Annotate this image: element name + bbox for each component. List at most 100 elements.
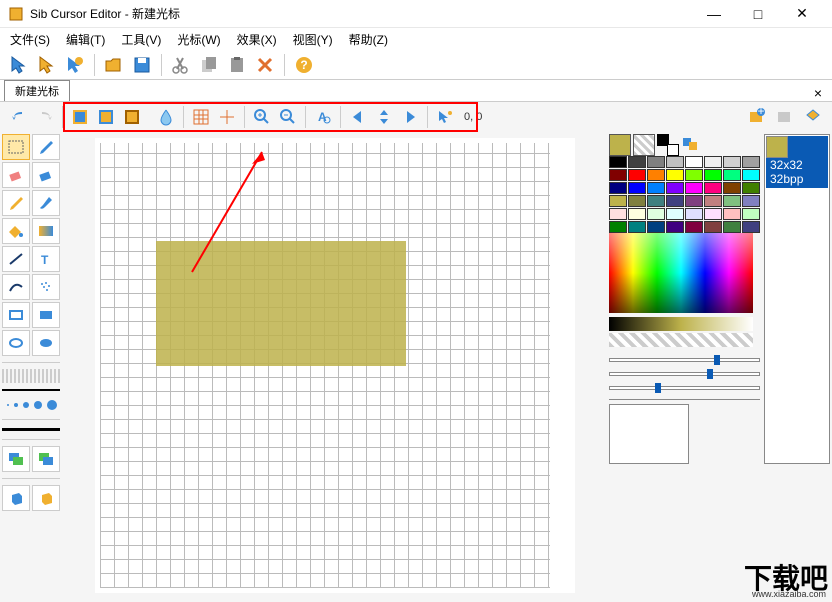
- ellipse-tool[interactable]: [2, 330, 30, 356]
- palette-swatch[interactable]: [742, 208, 760, 220]
- curve-tool[interactable]: [2, 274, 30, 300]
- menu-edit[interactable]: 编辑(T): [60, 29, 111, 50]
- palette-swatch[interactable]: [742, 169, 760, 181]
- palette-swatch[interactable]: [628, 221, 646, 233]
- menu-view[interactable]: 视图(Y): [287, 29, 339, 50]
- line-style-2[interactable]: [2, 389, 60, 391]
- palette-swatch[interactable]: [647, 169, 665, 181]
- palette-swatch[interactable]: [647, 195, 665, 207]
- palette-swatch[interactable]: [723, 195, 741, 207]
- palette-swatch[interactable]: [628, 195, 646, 207]
- palette-swatch[interactable]: [647, 208, 665, 220]
- move-right-button[interactable]: [397, 104, 423, 130]
- palette-swatch[interactable]: [723, 156, 741, 168]
- filled-rect-tool[interactable]: [32, 302, 60, 328]
- palette-swatch[interactable]: [685, 208, 703, 220]
- layer1-button[interactable]: [67, 104, 93, 130]
- palette-swatch[interactable]: [628, 169, 646, 181]
- palette-swatch[interactable]: [742, 156, 760, 168]
- cube-tool-2[interactable]: [32, 485, 60, 511]
- palette-swatch[interactable]: [742, 221, 760, 233]
- move-vert-button[interactable]: [371, 104, 397, 130]
- layer-mode-1[interactable]: [2, 446, 30, 472]
- spray-tool[interactable]: [32, 274, 60, 300]
- color-options[interactable]: [681, 134, 703, 156]
- actual-size-button[interactable]: A: [310, 104, 336, 130]
- maximize-button[interactable]: □: [736, 0, 780, 28]
- zoom-in-button[interactable]: [249, 104, 275, 130]
- palette-swatch[interactable]: [666, 195, 684, 207]
- rect-tool[interactable]: [2, 302, 30, 328]
- layer-mode-2[interactable]: [32, 446, 60, 472]
- palette-swatch[interactable]: [723, 208, 741, 220]
- palette-swatch[interactable]: [609, 156, 627, 168]
- palette-swatch[interactable]: [647, 221, 665, 233]
- select-tool[interactable]: [2, 134, 30, 160]
- tab-close-button[interactable]: ×: [808, 85, 828, 101]
- palette-swatch[interactable]: [666, 221, 684, 233]
- export-image-button[interactable]: [800, 104, 826, 130]
- palette-swatch[interactable]: [704, 169, 722, 181]
- palette-swatch[interactable]: [609, 169, 627, 181]
- palette-swatch[interactable]: [609, 182, 627, 194]
- palette-swatch[interactable]: [666, 156, 684, 168]
- canvas[interactable]: [95, 138, 575, 593]
- palette-swatch[interactable]: [723, 221, 741, 233]
- palette-swatch[interactable]: [742, 195, 760, 207]
- new-cursor-button[interactable]: [6, 52, 32, 78]
- layer3-button[interactable]: [119, 104, 145, 130]
- bg-color[interactable]: [633, 134, 655, 156]
- replace-color-tool[interactable]: [32, 162, 60, 188]
- eraser-tool[interactable]: [2, 162, 30, 188]
- line-weight[interactable]: [2, 428, 60, 431]
- undo-button[interactable]: [6, 104, 32, 130]
- palette-swatch[interactable]: [685, 156, 703, 168]
- palette-swatch[interactable]: [647, 182, 665, 194]
- cube-tool-1[interactable]: [2, 485, 30, 511]
- line-tool[interactable]: [2, 246, 30, 272]
- palette-swatch[interactable]: [666, 208, 684, 220]
- hotspot-button[interactable]: [432, 104, 458, 130]
- menu-effects[interactable]: 效果(X): [231, 29, 283, 50]
- save-button[interactable]: [129, 52, 155, 78]
- palette-swatch[interactable]: [704, 195, 722, 207]
- open-button[interactable]: [101, 52, 127, 78]
- palette-swatch[interactable]: [666, 182, 684, 194]
- paste-button[interactable]: [224, 52, 250, 78]
- minimize-button[interactable]: —: [692, 0, 736, 28]
- move-left-button[interactable]: [345, 104, 371, 130]
- layer2-button[interactable]: [93, 104, 119, 130]
- fg-color[interactable]: [609, 134, 631, 156]
- add-image-button[interactable]: +: [744, 104, 770, 130]
- palette-swatch[interactable]: [704, 208, 722, 220]
- palette-swatch[interactable]: [685, 169, 703, 181]
- palette-swatch[interactable]: [609, 195, 627, 207]
- palette-swatch[interactable]: [723, 169, 741, 181]
- palette-swatch[interactable]: [628, 156, 646, 168]
- zoom-out-button[interactable]: [275, 104, 301, 130]
- new-icon-button[interactable]: [34, 52, 60, 78]
- text-tool[interactable]: T: [32, 246, 60, 272]
- redo-button[interactable]: [32, 104, 58, 130]
- grid-button[interactable]: [188, 104, 214, 130]
- tab-new-cursor[interactable]: 新建光标: [4, 80, 70, 101]
- menu-cursor[interactable]: 光标(W): [171, 29, 226, 50]
- copy-button[interactable]: [196, 52, 222, 78]
- palette-swatch[interactable]: [647, 156, 665, 168]
- menu-file[interactable]: 文件(S): [4, 29, 56, 50]
- crosshair-button[interactable]: [214, 104, 240, 130]
- palette-swatch[interactable]: [609, 208, 627, 220]
- swap-colors[interactable]: [657, 134, 679, 156]
- slider-b[interactable]: [609, 381, 760, 395]
- palette-swatch[interactable]: [742, 182, 760, 194]
- slider-g[interactable]: [609, 367, 760, 381]
- color-palette[interactable]: [609, 156, 760, 233]
- menu-tools[interactable]: 工具(V): [115, 29, 167, 50]
- close-button[interactable]: ✕: [780, 0, 824, 28]
- palette-swatch[interactable]: [666, 169, 684, 181]
- palette-swatch[interactable]: [723, 182, 741, 194]
- brightness-strip[interactable]: [609, 317, 753, 331]
- cut-button[interactable]: [168, 52, 194, 78]
- palette-swatch[interactable]: [628, 208, 646, 220]
- palette-swatch[interactable]: [628, 182, 646, 194]
